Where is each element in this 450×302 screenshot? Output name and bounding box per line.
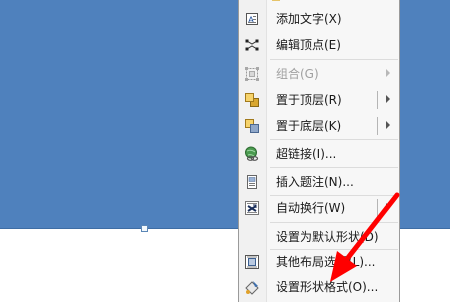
menu-item-label: 添加文字(X) [276, 12, 342, 26]
split-button-divider [377, 199, 378, 217]
menu-previous-item-icon-edge [272, 0, 280, 1]
menu-item-edit-points[interactable]: 编辑顶点(E) [239, 32, 399, 58]
menu-item-format-shape[interactable]: 设置形状格式(O)... [239, 274, 399, 300]
insert-caption-icon [244, 174, 260, 190]
menu-item-label: 设置形状格式(O)... [276, 280, 379, 294]
menu-item-label: 其他布局选项(L)... [276, 255, 376, 269]
context-menu: A 添加文字(X) 编辑顶点(E) 组合(G) 置于顶层(R) 置于底层(K) … [238, 0, 400, 302]
menu-item-label: 置于顶层(R) [276, 93, 342, 107]
edit-points-icon [244, 37, 260, 53]
menu-item-set-as-default-shape[interactable]: 设置为默认形状(D) [239, 224, 399, 250]
split-button-divider [377, 117, 378, 135]
format-shape-icon [244, 279, 260, 295]
menu-item-label: 置于底层(K) [276, 119, 342, 133]
submenu-arrow-icon[interactable] [386, 95, 390, 103]
menu-item-more-layout-options[interactable]: 其他布局选项(L)... [239, 249, 399, 275]
menu-item-bring-to-front[interactable]: 置于顶层(R) [239, 87, 399, 113]
menu-separator [270, 167, 398, 168]
menu-item-label: 超链接(I)... [276, 147, 337, 161]
more-layout-icon [244, 254, 260, 270]
menu-item-label: 组合(G) [276, 67, 319, 81]
menu-item-hyperlink[interactable]: 超链接(I)... [239, 141, 399, 167]
split-button-divider [377, 91, 378, 109]
menu-item-label: 自动换行(W) [276, 201, 346, 215]
resize-handle[interactable] [141, 225, 148, 232]
bring-to-front-icon [244, 92, 260, 108]
menu-item-send-to-back[interactable]: 置于底层(K) [239, 113, 399, 139]
submenu-arrow-icon[interactable] [386, 203, 390, 211]
submenu-arrow-icon[interactable] [386, 121, 390, 129]
menu-item-label: 插入题注(N)... [276, 175, 354, 189]
menu-item-text-wrap[interactable]: 自动换行(W) [239, 195, 399, 221]
send-to-back-icon [244, 118, 260, 134]
menu-separator [270, 59, 398, 60]
menu-separator [270, 222, 398, 223]
menu-item-label: 设置为默认形状(D) [276, 230, 379, 244]
menu-separator [270, 139, 398, 140]
hyperlink-icon [244, 146, 260, 162]
submenu-arrow-icon [386, 69, 390, 77]
menu-item-group[interactable]: 组合(G) [239, 61, 399, 87]
menu-item-label: 编辑顶点(E) [276, 38, 341, 52]
menu-item-insert-caption[interactable]: 插入题注(N)... [239, 169, 399, 195]
group-icon [244, 66, 260, 82]
add-text-icon: A [244, 11, 260, 27]
text-wrap-icon [244, 200, 260, 216]
menu-item-add-text[interactable]: A 添加文字(X) [239, 6, 399, 32]
